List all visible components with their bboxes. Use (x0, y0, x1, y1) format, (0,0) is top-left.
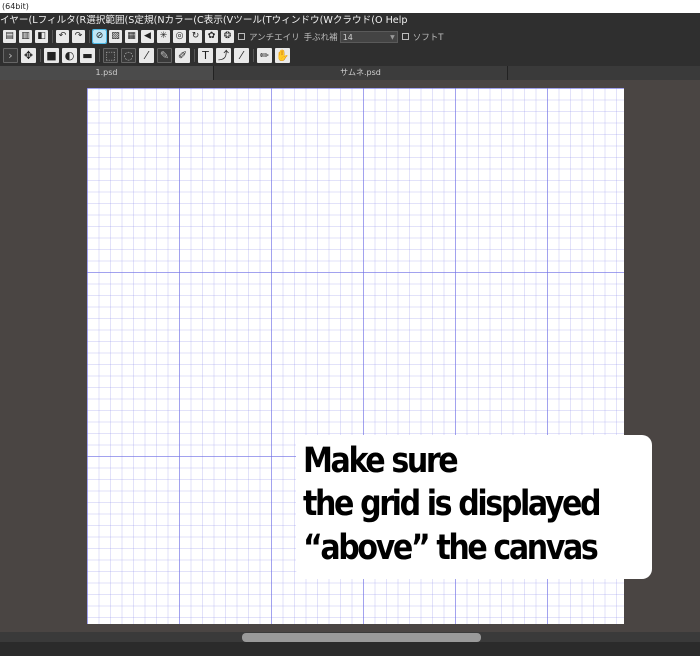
radial-button[interactable]: ✳ (157, 30, 170, 43)
grid-icon: ▦ (127, 31, 136, 41)
toolbar-divider (52, 30, 53, 43)
antialias-label: アンチエイリ (249, 32, 300, 43)
redo-icon: ↷ (74, 31, 83, 41)
perspective-icon: ◀ (144, 31, 151, 41)
eyedropper-icon: ⁄ (240, 49, 243, 62)
toolbar-top: ▤ ▥ ◧ ↶ ↷ ⊘ ▧ ▦ ◀ ✳ ◎ ↻ ✿ ❂ アンチエイリ 手ぶれ補 … (0, 28, 700, 45)
ruler-button[interactable]: ▧ (109, 30, 122, 43)
gradient-icon: ▬ (82, 49, 93, 62)
lasso-tool-button[interactable]: ◌ (121, 48, 136, 63)
eyedropper-tool-button[interactable]: ⁄ (234, 48, 249, 63)
menu-item-window[interactable]: ウィンドウ(W (272, 13, 333, 28)
menu-item-ruler[interactable]: 定規(N (134, 13, 164, 28)
soft-checkbox[interactable] (401, 33, 409, 40)
menu-item-help[interactable]: Help (386, 13, 408, 28)
grid-button[interactable]: ▦ (125, 30, 138, 43)
select-eraser-tool-button[interactable]: ✐ (175, 48, 190, 63)
symmetry-button[interactable]: ❂ (221, 30, 234, 43)
select-pen-tool-button[interactable]: ✎ (157, 48, 172, 63)
callout-line-3: “above” the canvas (303, 528, 599, 568)
tab-label: 1.psd (95, 68, 118, 77)
open-icon: ▤ (5, 31, 14, 41)
scrollbar-thumb[interactable] (242, 633, 481, 642)
toolbar-divider (194, 49, 195, 62)
rect-select-tool-button[interactable]: ⬚ (103, 48, 118, 63)
save-icon: ▥ (21, 31, 30, 41)
menu-item-view[interactable]: 表示(V (204, 13, 234, 28)
toolbar-divider (89, 30, 90, 43)
gradient-tool-button[interactable]: ▬ (80, 48, 95, 63)
toolbar-tools: › ✥ ■ ◐ ▬ ⬚ ◌ ⁄ ✎ ✐ T ⤴ ⁄ ✏ ✋ (0, 45, 700, 66)
hand-tool-button[interactable]: ✋ (275, 48, 290, 63)
toolbar-divider (253, 49, 254, 62)
divide-icon: ⤴ (218, 49, 229, 62)
redo-button[interactable]: ↷ (72, 30, 85, 43)
rotate-button[interactable]: ↻ (189, 30, 202, 43)
pen-icon: ✏ (259, 49, 270, 62)
magic-wand-tool-button[interactable]: ⁄ (139, 48, 154, 63)
text-tool-button[interactable]: T (198, 48, 213, 63)
no-selection-icon: ⊘ (95, 31, 104, 41)
export-button[interactable]: ◧ (35, 30, 48, 43)
window-title-bar: (64bit) (0, 0, 700, 13)
rect-select-icon: ⬚ (105, 49, 116, 62)
stabilizer-select[interactable]: 14 ▼ (339, 30, 398, 43)
save-file-button[interactable]: ▥ (19, 30, 32, 43)
document-tabs: 1.psd サムネ.psd (0, 66, 700, 80)
undo-icon: ↶ (58, 31, 67, 41)
hand-icon: ✋ (275, 49, 290, 62)
toolbar-divider (40, 49, 41, 62)
soft-label: ソフトT (412, 32, 444, 43)
select-eraser-icon: ✐ (177, 49, 188, 62)
callout-line-2: the grid is displayed (303, 484, 602, 524)
move-tool-button[interactable]: ✥ (21, 48, 36, 63)
perspective-button[interactable]: ◀ (141, 30, 154, 43)
rotate-icon: ↻ (191, 31, 200, 41)
bucket-icon: ◐ (64, 49, 75, 62)
chevron-right-icon: › (8, 49, 13, 62)
select-pen-icon: ✎ (159, 49, 170, 62)
tab-1-psd[interactable]: 1.psd (0, 66, 214, 80)
tool-toggle-button[interactable]: › (3, 48, 18, 63)
tab-label: サムネ.psd (340, 68, 381, 77)
callout-line-1: Make sure (303, 441, 459, 481)
concentric-button[interactable]: ◎ (173, 30, 186, 43)
window-title: (64bit) (2, 2, 29, 11)
horizontal-scrollbar[interactable] (0, 632, 700, 642)
menu-item-color[interactable]: カラー(C (165, 13, 204, 28)
magic-wand-icon: ⁄ (145, 49, 148, 62)
menu-item-filter[interactable]: フィルタ(R (38, 13, 87, 28)
text-icon: T (202, 49, 209, 62)
settings-button[interactable]: ✿ (205, 30, 218, 43)
undo-button[interactable]: ↶ (56, 30, 69, 43)
export-icon: ◧ (37, 31, 46, 41)
stabilizer-value: 14 (342, 32, 353, 42)
open-file-button[interactable]: ▤ (3, 30, 16, 43)
deselect-button[interactable]: ⊘ (92, 29, 107, 44)
bucket-tool-button[interactable]: ◐ (62, 48, 77, 63)
ruler-icon: ▧ (111, 31, 120, 41)
move-icon: ✥ (23, 49, 34, 62)
menu-item-cloud[interactable]: クラウド(O (333, 13, 383, 28)
divide-tool-button[interactable]: ⤴ (216, 48, 231, 63)
menu-item-selection[interactable]: 選択範囲(S (86, 13, 134, 28)
status-bar (0, 642, 700, 656)
rect-fill-tool-button[interactable]: ■ (44, 48, 59, 63)
toolbar-divider (99, 49, 100, 62)
tab-thumbnail-psd[interactable]: サムネ.psd (214, 66, 508, 80)
gear-icon: ✿ (207, 31, 216, 41)
stabilizer-label: 手ぶれ補 (303, 32, 338, 43)
pen-tool-button[interactable]: ✏ (257, 48, 272, 63)
antialias-checkbox[interactable] (238, 33, 245, 40)
menu-item-tool[interactable]: ツール(T (233, 13, 271, 28)
chevron-down-icon: ▼ (390, 33, 395, 41)
square-icon: ■ (46, 49, 57, 62)
symmetry-icon: ❂ (223, 31, 232, 41)
lasso-icon: ◌ (123, 49, 134, 62)
menu-bar: イヤー(Lフィルタ(R選択範囲(S定規(Nカラー(C表示(Vツール(Tウィンドウ… (0, 13, 700, 28)
concentric-icon: ◎ (175, 31, 184, 41)
menu-item-layer[interactable]: イヤー(L (0, 13, 38, 28)
annotation-callout: Make sure the grid is displayed “above” … (296, 435, 652, 579)
radial-icon: ✳ (159, 31, 168, 41)
